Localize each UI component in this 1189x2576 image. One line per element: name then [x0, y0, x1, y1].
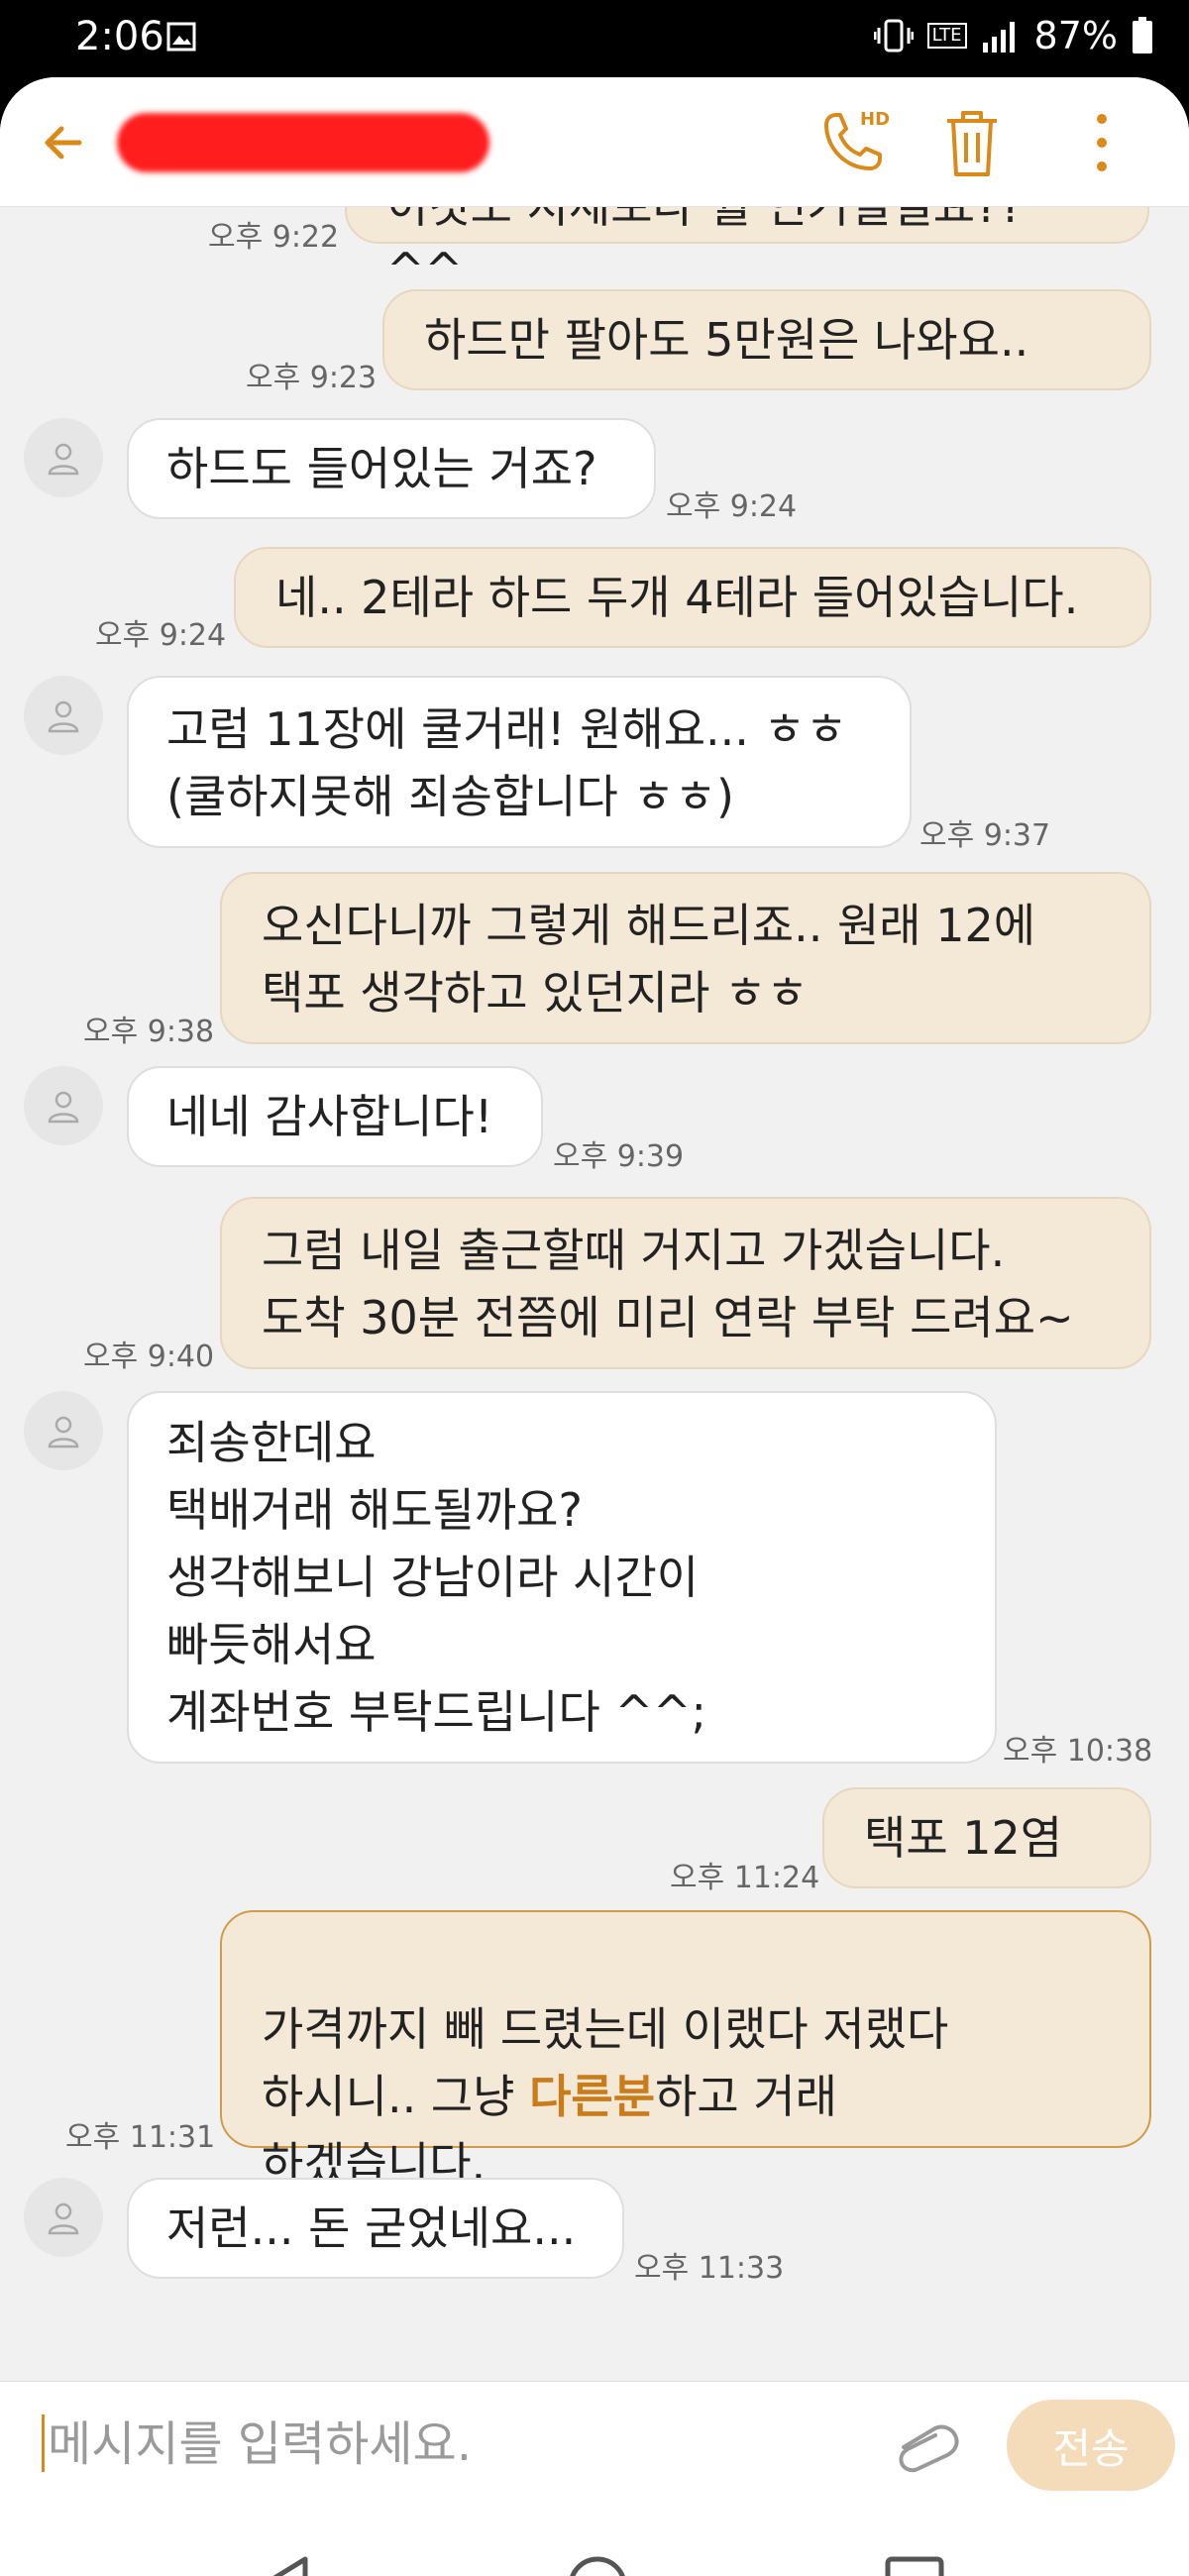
hd-call-icon[interactable]: HD — [812, 103, 892, 182]
message-timestamp: 오후 9:24 — [666, 489, 798, 524]
message-bubble-outgoing[interactable]: 택포 12염 ^^ — [822, 1787, 1151, 1962]
message-bubble-incoming[interactable]: 죄송한데요 택배거래 해도될까요? 생각해보니 강남이라 시간이 빠듯해서요 계… — [127, 1391, 997, 1764]
battery-percent: 87% — [1033, 14, 1118, 57]
status-time: 2:06 — [75, 14, 164, 59]
hd-badge: HD — [860, 109, 890, 130]
send-button[interactable]: 전송 — [1007, 2400, 1175, 2491]
message-bubble-outgoing[interactable]: 이것도 지세보다 월 연거일걸요?? ^^ — [345, 206, 1149, 296]
message-composer: 전송 — [0, 2381, 1189, 2506]
message-input[interactable] — [46, 2406, 862, 2483]
avatar[interactable] — [24, 1391, 103, 1470]
message-bubble-outgoing[interactable]: 그럼 내일 출근할때 거지고 가겠습니다. 도착 30분 전쯤에 미리 연락 부… — [220, 1197, 1151, 1369]
more-vert-icon[interactable] — [1076, 105, 1128, 180]
message-timestamp: 오후 9:37 — [919, 818, 1051, 853]
message-bubble-outgoing[interactable]: 네.. 2테라 하드 두개 4테라 들어있습니다. — [234, 547, 1151, 648]
message-bubble-incoming[interactable]: 네네 감사합니다! — [127, 1066, 543, 1167]
message-timestamp: 오후 9:24 — [95, 618, 227, 653]
back-triangle-icon[interactable] — [248, 2549, 321, 2576]
person-icon — [48, 1091, 79, 1124]
hd-call-button[interactable]: HD — [812, 103, 892, 182]
message-bubble-outgoing-highlighted[interactable]: 가격까지 빼 드렸는데 이랬다 저랬다 하시니.. 그냥 다른분하고 거래 하겠… — [220, 1910, 1151, 2191]
contact-name-redacted: 연락처 — [117, 113, 489, 172]
vibrate-icon — [873, 19, 914, 53]
avatar[interactable] — [24, 2178, 103, 2257]
status-right-group: LTE 87% — [873, 14, 1153, 57]
trash-icon[interactable] — [935, 105, 1009, 180]
person-icon — [48, 443, 79, 476]
avatar[interactable] — [24, 676, 103, 755]
attach-clip-icon[interactable] — [890, 2412, 967, 2477]
conversation-header: 연락처 HD — [0, 77, 1189, 207]
text-cursor — [42, 2415, 45, 2472]
message-timestamp: 오후 9:38 — [83, 1015, 215, 1049]
message-timestamp: 오후 11:24 — [670, 1861, 820, 1895]
message-timestamp: 오후 9:23 — [246, 361, 378, 395]
back-arrow-icon[interactable] — [28, 107, 99, 178]
avatar[interactable] — [24, 1066, 103, 1145]
lte-icon: LTE — [926, 23, 967, 49]
message-timestamp: 오후 9:22 — [208, 220, 340, 255]
home-circle-icon[interactable] — [561, 2549, 634, 2576]
highlighted-keyword: 다른분 — [529, 2070, 656, 2123]
message-timestamp: 오후 11:33 — [634, 2251, 785, 2286]
message-list[interactable]: 이것도 지세보다 월 연거일걸요?? ^^ 오후 9:22 하드만 팔아도 5만… — [0, 206, 1189, 2381]
message-bubble-incoming[interactable]: 하드도 들어있는 거죠? — [127, 418, 656, 519]
recents-square-icon[interactable] — [878, 2549, 951, 2576]
person-icon — [48, 2202, 79, 2235]
person-icon — [48, 1416, 79, 1449]
battery-icon — [1133, 17, 1152, 54]
message-bubble-incoming[interactable]: 고럼 11장에 쿨거래! 원해요... ㅎㅎ (쿨하지못해 죄송합니다 ㅎㅎ) — [127, 676, 912, 848]
message-bubble-outgoing[interactable]: 하드만 팔아도 5만원은 나와요.. ^^ — [382, 289, 1151, 464]
avatar[interactable] — [24, 418, 103, 497]
status-bar: 2:06 LTE 87% — [0, 0, 1189, 77]
system-nav-bar — [0, 2505, 1189, 2576]
messaging-app: 연락처 HD 이것도 지세보다 월 연거일걸요?? ^^ 오후 9:22 하드만… — [0, 77, 1189, 2576]
gallery-notification-icon — [166, 22, 196, 52]
message-timestamp: 오후 11:31 — [65, 2120, 216, 2155]
message-timestamp: 오후 10:38 — [1003, 1734, 1153, 1769]
message-timestamp: 오후 9:40 — [83, 1340, 215, 1374]
person-icon — [48, 700, 79, 733]
message-timestamp: 오후 9:39 — [553, 1139, 685, 1174]
message-bubble-incoming[interactable]: 저런... 돈 굳었네요... — [127, 2178, 624, 2279]
signal-icon — [982, 22, 1015, 53]
message-bubble-outgoing[interactable]: 오신다니까 그렇게 해드리죠.. 원래 12에 택포 생각하고 있던지라 ㅎㅎ — [220, 872, 1151, 1044]
